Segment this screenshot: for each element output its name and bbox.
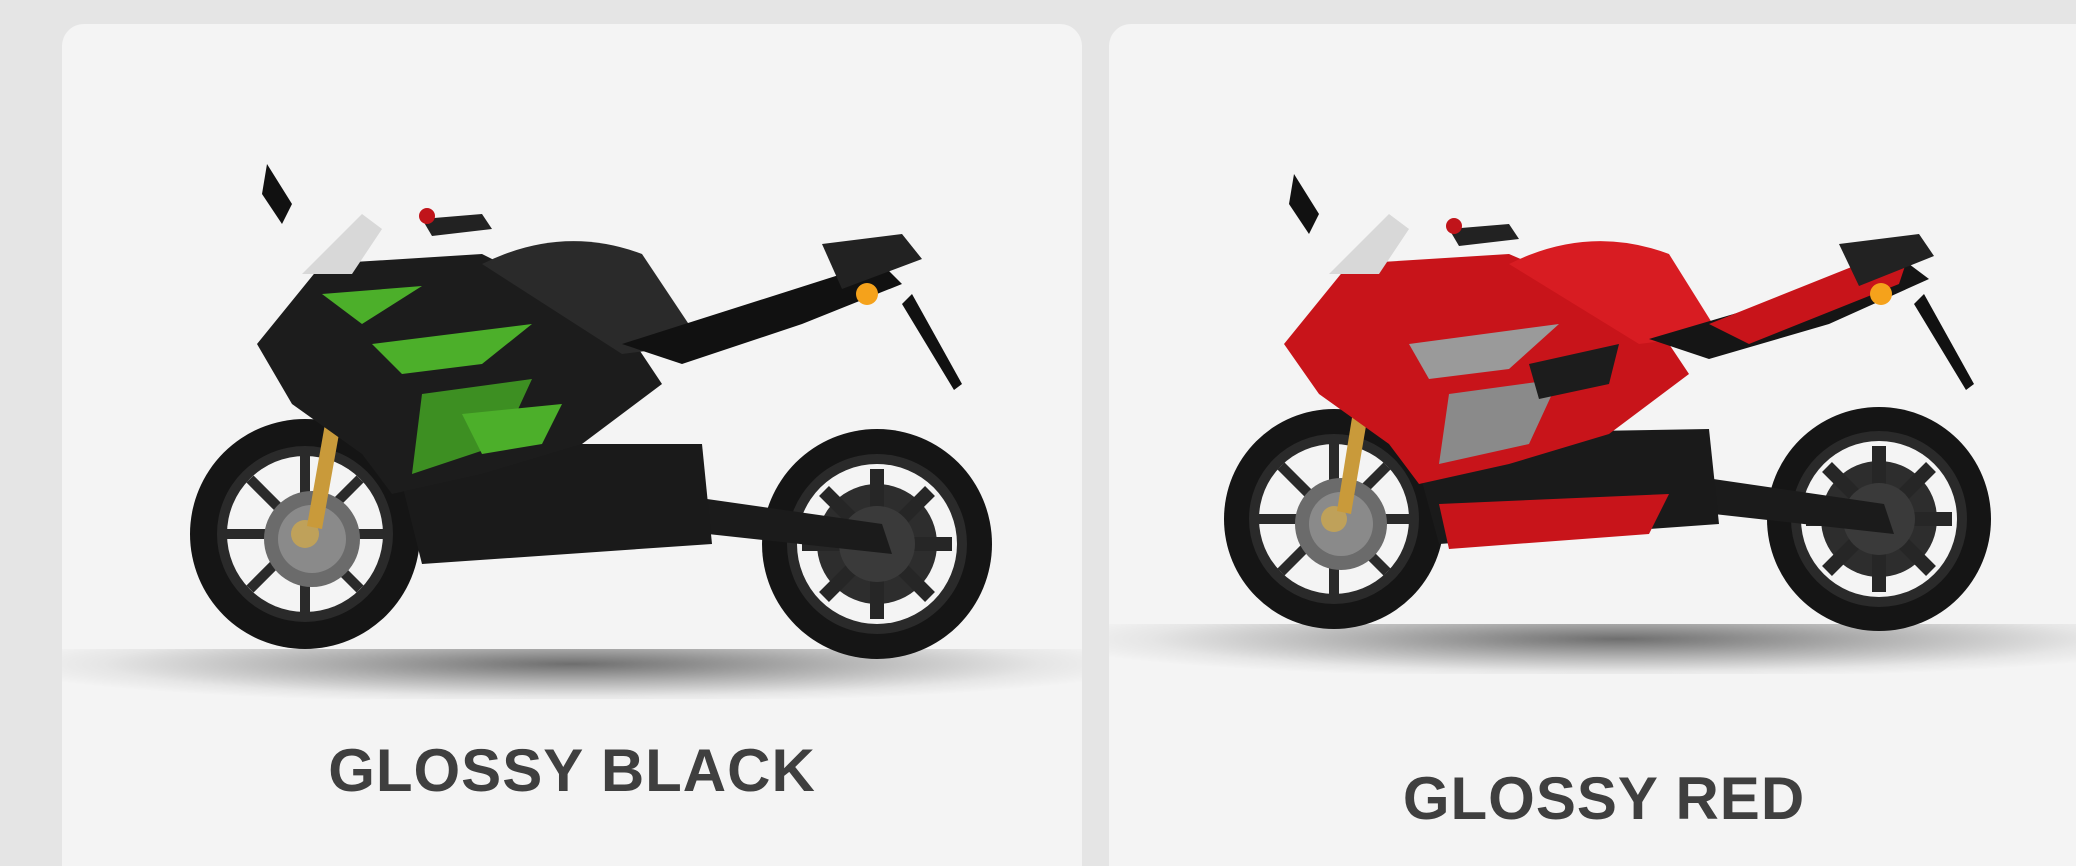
variant-card-glossy-red[interactable]: GLOSSY RED xyxy=(1109,24,2076,866)
variant-label: GLOSSY RED xyxy=(1402,765,1806,832)
indicator-light xyxy=(1870,283,1892,305)
motorcycle-image-glossy-black xyxy=(190,164,992,659)
indicator-light xyxy=(856,283,878,305)
motorcycle-image-glossy-red xyxy=(1224,174,1991,631)
color-variant-gallery: GLOSSY BLACK GLOSSY RED xyxy=(0,0,2076,866)
variant-card-glossy-black[interactable]: GLOSSY BLACK xyxy=(62,24,1082,866)
variant-label: GLOSSY BLACK xyxy=(328,737,816,804)
